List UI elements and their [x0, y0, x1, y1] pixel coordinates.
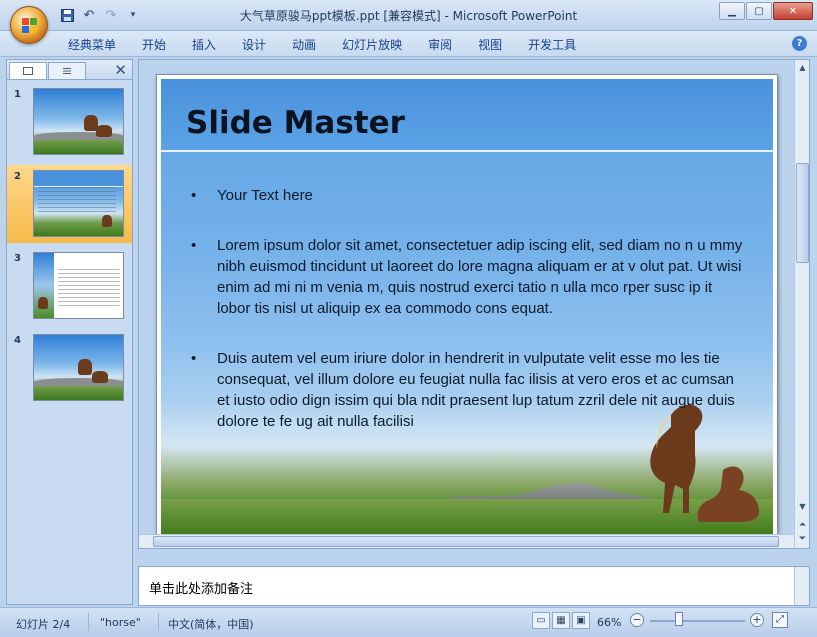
- tab-review[interactable]: 审阅: [418, 36, 462, 54]
- notes-scrollbar[interactable]: [794, 567, 809, 605]
- outline-tab[interactable]: [48, 62, 86, 79]
- office-logo-icon: [22, 18, 38, 34]
- theme-name: "horse": [100, 616, 141, 629]
- tab-insert[interactable]: 插入: [182, 36, 226, 54]
- tab-developer[interactable]: 开发工具: [518, 36, 586, 54]
- slide-sorter-icon[interactable]: ▦: [552, 612, 570, 629]
- slide-thumbnail-2[interactable]: 2: [7, 165, 132, 243]
- slide-thumbnail-image: [33, 252, 124, 319]
- notes-placeholder[interactable]: 单击此处添加备注: [149, 578, 253, 597]
- slide-thumbnail-1[interactable]: 1: [7, 83, 132, 161]
- scroll-thumb[interactable]: [796, 163, 809, 263]
- notes-pane[interactable]: 单击此处添加备注: [138, 566, 810, 606]
- tab-design[interactable]: 设计: [232, 36, 276, 54]
- fit-to-window-icon[interactable]: ⤢: [772, 612, 788, 628]
- previous-slide-icon[interactable]: ⏶: [796, 518, 809, 532]
- slide-number: 4: [14, 335, 21, 346]
- tab-animations[interactable]: 动画: [282, 36, 326, 54]
- slide-body[interactable]: Your Text here Lorem ipsum dolor sit ame…: [189, 185, 749, 461]
- tab-classic-menu[interactable]: 经典菜单: [58, 36, 126, 54]
- slide-show-icon[interactable]: ▣: [572, 612, 590, 629]
- scroll-down-icon[interactable]: ▼: [796, 500, 809, 514]
- status-bar: 幻灯片 2/4 "horse" 中文(简体，中国) ▭ ▦ ▣ 66% − + …: [0, 607, 817, 637]
- close-icon[interactable]: ✕: [773, 2, 813, 20]
- tab-view[interactable]: 视图: [468, 36, 512, 54]
- slide-title[interactable]: Slide Master: [186, 105, 405, 141]
- slide-number: 2: [14, 171, 21, 182]
- tab-slide-show[interactable]: 幻灯片放映: [332, 36, 412, 54]
- slide-number: 3: [14, 253, 21, 264]
- tab-home[interactable]: 开始: [132, 36, 176, 54]
- horizontal-scrollbar[interactable]: [139, 534, 794, 548]
- zoom-slider-track[interactable]: [650, 620, 745, 622]
- resting-horse-image: [697, 466, 759, 522]
- slide-number: 1: [14, 89, 21, 100]
- separator: [158, 613, 159, 631]
- slide-thumbnail-3[interactable]: 3: [7, 247, 132, 325]
- vertical-scrollbar[interactable]: ▲ ▼ ⏶ ⏷: [794, 60, 809, 548]
- next-slide-icon[interactable]: ⏷: [796, 532, 809, 546]
- bullet-item: Lorem ipsum dolor sit amet, consectetuer…: [189, 235, 749, 319]
- ribbon-tab-bar: 经典菜单 开始 插入 设计 动画 幻灯片放映 审阅 视图 开发工具 ?: [0, 31, 817, 57]
- slide-thumbnail-image: [33, 334, 124, 401]
- office-button[interactable]: [10, 6, 48, 44]
- title-bar: ↶ ↷ ▾ 大气草原骏马ppt模板.ppt [兼容模式] - Microsoft…: [0, 0, 817, 44]
- ribbon-tabs: 经典菜单 开始 插入 设计 动画 幻灯片放映 审阅 视图 开发工具: [58, 36, 592, 54]
- window-title: 大气草原骏马ppt模板.ppt [兼容模式] - Microsoft Power…: [239, 9, 578, 23]
- help-icon[interactable]: ?: [792, 36, 807, 51]
- minimize-icon[interactable]: ▁: [719, 2, 745, 20]
- normal-view-icon[interactable]: ▭: [532, 612, 550, 629]
- pane-tabs: ✕: [7, 60, 132, 80]
- slide-title-band: Slide Master: [161, 79, 773, 152]
- slide-thumbnail-image: [33, 88, 124, 155]
- slide-editor: Slide Master Your Text here Lorem ipsum …: [138, 59, 810, 549]
- zoom-slider-thumb[interactable]: [675, 612, 683, 626]
- window-controls: ▁ ▢ ✕: [719, 2, 813, 20]
- zoom-out-icon[interactable]: −: [630, 613, 644, 627]
- scroll-up-icon[interactable]: ▲: [796, 61, 809, 75]
- language-indicator[interactable]: 中文(简体，中国): [168, 616, 254, 632]
- zoom-level[interactable]: 66%: [597, 616, 621, 629]
- scroll-thumb[interactable]: [153, 536, 779, 547]
- slides-tab[interactable]: [9, 62, 47, 79]
- slides-pane: ✕ 1 2 3 4: [6, 59, 133, 605]
- slide-indicator: 幻灯片 2/4: [16, 618, 71, 631]
- bullet-item: Your Text here: [189, 185, 749, 206]
- bullet-item: Duis autem vel eum iriure dolor in hendr…: [189, 348, 749, 432]
- slide-canvas[interactable]: Slide Master Your Text here Lorem ipsum …: [156, 74, 778, 542]
- separator: [88, 613, 89, 631]
- slide-thumbnail-4[interactable]: 4: [7, 329, 132, 407]
- close-pane-icon[interactable]: ✕: [114, 61, 127, 79]
- maximize-icon[interactable]: ▢: [746, 2, 772, 20]
- slide-thumbnail-image: [33, 170, 124, 237]
- slide-background: Slide Master Your Text here Lorem ipsum …: [161, 79, 773, 537]
- zoom-in-icon[interactable]: +: [750, 613, 764, 627]
